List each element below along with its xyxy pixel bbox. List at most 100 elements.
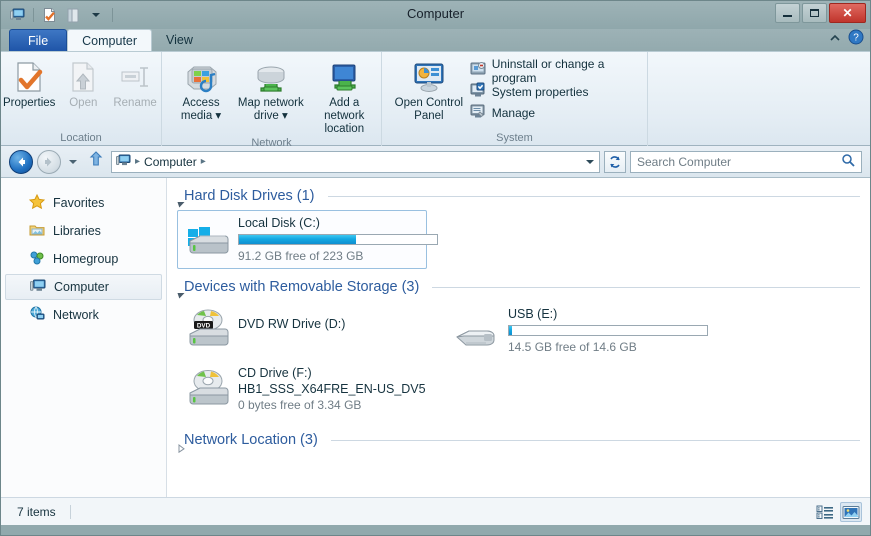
control-panel-icon [411, 60, 447, 94]
view-mode-buttons [814, 502, 862, 522]
ribbon-group-location: Properties Open Rename Location [1, 52, 161, 147]
open-control-panel-button[interactable]: Open Control Panel [390, 58, 468, 123]
drive-info-usb-e: USB (E:) 14.5 GB free of 14.6 GB [508, 306, 708, 355]
group-rule [327, 195, 860, 197]
capacity-bar-fill [239, 235, 356, 244]
status-bar: 7 items [1, 497, 870, 525]
group-header-network-location[interactable]: Network Location (3) [177, 432, 860, 454]
capacity-bar-usb-e [508, 325, 708, 336]
drive-volume-label-cd-drive-f: HB1_SSS_X64FRE_EN-US_DV5 [238, 382, 426, 396]
access-media-button[interactable]: Access media ▾ [168, 58, 234, 123]
group-header-removable-storage[interactable]: Devices with Removable Storage (3) [177, 279, 860, 299]
close-button[interactable]: ✕ [829, 3, 866, 23]
system-properties-label: System properties [491, 84, 589, 99]
collapse-ribbon-icon[interactable] [828, 31, 842, 49]
tab-view[interactable]: View [152, 29, 207, 51]
hard-disk-drives-items: Local Disk (C:) 91.2 GB free of 223 GB [177, 208, 870, 271]
search-input[interactable]: Search Computer [630, 150, 862, 173]
drive-item-dvd-rw-d[interactable]: DVD DVD RW Drive (D:) [177, 301, 447, 358]
drive-name-local-disk-c: Local Disk (C:) [238, 216, 320, 230]
ribbon: Properties Open Rename Location Access m… [1, 51, 870, 149]
sidebar-item-label-libraries: Libraries [53, 224, 101, 238]
sidebar-item-label-computer: Computer [54, 280, 109, 294]
drive-info-local-disk-c: Local Disk (C:) 91.2 GB free of 223 GB [238, 215, 438, 264]
drive-info-dvd-rw-d: DVD RW Drive (D:) [238, 306, 345, 332]
drive-name-dvd-rw-d: DVD RW Drive (D:) [238, 317, 346, 331]
ribbon-group-label-location: Location [60, 132, 102, 144]
windows-hard-drive-icon [184, 215, 230, 262]
manage-icon [470, 103, 486, 122]
tab-file[interactable]: File [9, 29, 68, 51]
drive-item-local-disk-c[interactable]: Local Disk (C:) 91.2 GB free of 223 GB [177, 210, 438, 269]
open-icon [67, 60, 99, 94]
sidebar-item-label-favorites: Favorites [53, 196, 105, 210]
group-title-hard-disk-drives: Hard Disk Drives (1) [184, 188, 315, 204]
sidebar-item-network[interactable]: Network [5, 302, 162, 328]
ribbon-right-controls: ? [828, 29, 864, 50]
search-icon[interactable] [841, 153, 855, 170]
details-view-button[interactable] [814, 502, 836, 522]
group-title-removable-storage: Devices with Removable Storage (3) [184, 279, 420, 295]
drive-name-usb-e: USB (E:) [508, 307, 558, 321]
ribbon-group-network: Access media ▾ Map network drive ▾ Add a… [161, 52, 381, 149]
breadcrumb[interactable]: ▸ Computer ▸ [111, 150, 600, 173]
open-button[interactable]: Open [57, 58, 109, 110]
open-control-panel-label: Open Control Panel [394, 97, 464, 122]
tab-computer[interactable]: Computer [67, 29, 153, 51]
rename-button[interactable]: Rename [109, 58, 161, 110]
help-icon[interactable]: ? [848, 29, 864, 50]
breadcrumb-item-computer[interactable]: Computer [144, 155, 197, 169]
refresh-button[interactable] [604, 150, 626, 173]
usb-flash-drive-icon [454, 320, 500, 355]
window-title: Computer [406, 6, 465, 21]
sidebar-item-homegroup[interactable]: Homegroup [5, 246, 162, 272]
ribbon-group-system: Open Control Panel Uninstall or change a… [381, 52, 647, 147]
dvd-rw-drive-icon: DVD [184, 306, 230, 353]
sidebar-item-computer[interactable]: Computer [5, 274, 162, 300]
recent-locations-button[interactable] [65, 153, 81, 171]
window-controls: ✕ [775, 3, 866, 23]
drive-capacity-cd-drive-f: 0 bytes free of 3.34 GB [238, 398, 362, 412]
sidebar-item-label-network: Network [53, 308, 99, 322]
manage-label: Manage [491, 105, 536, 120]
group-title-network-location: Network Location (3) [184, 432, 318, 448]
properties-icon [12, 60, 46, 94]
drive-item-usb-e[interactable]: USB (E:) 14.5 GB free of 14.6 GB [447, 301, 715, 360]
sidebar-item-libraries[interactable]: Libraries [5, 218, 162, 244]
uninstall-program-button[interactable]: Uninstall or change a program [468, 57, 647, 85]
sidebar-item-favorites[interactable]: Favorites [5, 190, 162, 216]
map-network-drive-button[interactable]: Map network drive ▾ [234, 58, 307, 123]
file-list-pane[interactable]: Hard Disk Drives (1) Local Disk (C:) 91.… [167, 178, 870, 497]
system-small-buttons: Uninstall or change a program System pro… [468, 57, 647, 123]
explorer-window: Computer ✕ File Computer View ? Properti… [0, 0, 871, 536]
library-folder-icon [29, 223, 45, 240]
manage-button[interactable]: Manage [468, 102, 647, 123]
large-icons-view-button[interactable] [840, 502, 862, 522]
forward-button[interactable] [37, 149, 61, 174]
add-network-location-button[interactable]: Add a network location [308, 58, 381, 136]
group-header-hard-disk-drives[interactable]: Hard Disk Drives (1) [177, 188, 860, 208]
back-button[interactable] [9, 149, 33, 174]
cd-drive-icon [184, 365, 230, 412]
title-bar: Computer ✕ [1, 1, 870, 29]
drive-item-cd-drive-f[interactable]: CD Drive (F:) HB1_SSS_X64FRE_EN-US_DV5 0… [177, 360, 447, 418]
breadcrumb-dropdown-icon[interactable] [585, 155, 595, 169]
up-one-level-button[interactable] [85, 151, 107, 172]
minimize-button[interactable] [775, 3, 800, 23]
explorer-body: Favorites Libraries Homegroup Computer N… [1, 178, 870, 497]
svg-text:?: ? [853, 33, 859, 44]
open-label: Open [69, 97, 98, 109]
system-properties-icon [470, 82, 486, 101]
ribbon-tabs: File Computer View ? [1, 29, 870, 51]
network-globe-icon [29, 306, 45, 324]
sidebar-item-label-homegroup: Homegroup [53, 252, 119, 266]
properties-button[interactable]: Properties [1, 58, 57, 110]
drive-capacity-local-disk-c: 91.2 GB free of 223 GB [238, 249, 364, 263]
uninstall-program-icon [470, 61, 486, 80]
maximize-button[interactable] [802, 3, 827, 23]
rename-icon [118, 60, 152, 94]
star-icon [28, 193, 46, 213]
item-count: 7 items [17, 504, 56, 519]
breadcrumb-separator-1[interactable]: ▸ [201, 156, 206, 167]
system-properties-button[interactable]: System properties [468, 81, 647, 102]
